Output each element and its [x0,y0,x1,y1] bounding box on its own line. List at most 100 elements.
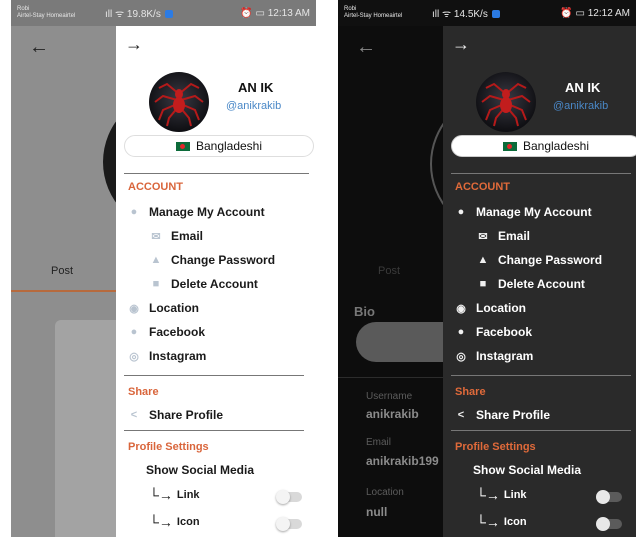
instagram-icon: ◎ [129,350,139,363]
section-account: ACCOUNT [455,181,510,193]
profile-handle: @anikrakib [226,100,282,112]
menu-label: Email [171,229,204,243]
menu-change-password[interactable]: ▲ Change Password [477,253,602,267]
menu-facebook[interactable]: ● Facebook [128,325,205,339]
menu-change-password[interactable]: ▲ Change Password [150,253,275,267]
menu-label: Instagram [149,349,207,363]
menu-email[interactable]: ✉ Email [477,229,530,243]
branch-arrow-icon: └→ [149,514,173,530]
menu-label: Change Password [498,253,603,267]
notification-icon [491,10,500,19]
menu-delete-account[interactable]: ■ Delete Account [150,277,258,291]
location-pin-icon: ◉ [456,302,466,315]
back-arrow-icon[interactable]: ← [356,36,376,59]
carrier-name: Robi [344,6,357,12]
menu-instagram[interactable]: ◎ Instagram [128,349,206,363]
menu-share-profile[interactable]: < Share Profile [455,408,550,422]
phone-screen-dark: Robi Airtel-Stay Homeairtel ıll ᯤ 14.5K/… [338,0,636,537]
share-icon: < [457,409,465,421]
link-option: └→ Link [149,488,200,502]
section-share: Share [128,386,159,398]
divider [124,173,309,174]
carrier-label: Robi Airtel-Stay Homeairtel [17,6,95,20]
person-icon: ● [457,206,465,218]
status-bar: Robi Airtel-Stay Homeairtel ıll ᯤ 14.5K/… [338,0,636,26]
divider [451,173,631,174]
menu-label: Facebook [149,325,206,339]
menu-label: Change Password [171,253,276,267]
section-profile-settings: Profile Settings [128,441,209,453]
status-time: ⏰ ▭ 12:13 AM [240,7,310,19]
menu-label: Manage My Account [149,205,265,219]
nationality-chip: Bangladeshi [451,135,636,157]
branch-arrow-icon: └→ [476,487,500,503]
navigation-drawer: → AN IK @anikrakib Bangladeshi ACCOUNT ●… [116,26,316,537]
mail-icon: ✉ [478,230,488,243]
menu-label: Share Profile [149,408,224,422]
menu-label: Location [149,301,199,315]
mail-icon: ✉ [151,230,161,243]
menu-email[interactable]: ✉ Email [150,229,203,243]
toggle-knob [596,490,610,504]
notification-icon [164,10,173,19]
section-account: ACCOUNT [128,181,183,193]
share-icon: < [130,409,138,421]
username-label: Username [366,391,413,402]
facebook-icon: ● [457,326,465,338]
toggle-knob [596,517,610,531]
menu-delete-account[interactable]: ■ Delete Account [477,277,585,291]
spider-icon [481,82,531,127]
toggle-knob [276,517,290,531]
carrier-wifi: Airtel-Stay Homeairtel [17,13,76,19]
link-toggle[interactable] [596,490,622,504]
bangladesh-flag-icon [175,141,190,151]
carrier-wifi: Airtel-Stay Homeairtel [344,13,403,19]
tab-post[interactable]: Post [51,265,73,277]
location-value: null [366,505,388,519]
menu-instagram[interactable]: ◎ Instagram [455,349,533,363]
nationality-label: Bangladeshi [522,139,590,153]
profile-handle: @anikrakib [553,100,609,112]
show-social-media-heading: Show Social Media [473,463,582,477]
menu-facebook[interactable]: ● Facebook [455,325,532,339]
icon-toggle[interactable] [276,517,302,531]
menu-manage-account[interactable]: ● Manage My Account [128,205,265,219]
spider-avatar [149,72,209,132]
menu-location[interactable]: ◉ Location [128,301,199,315]
email-label: Email [366,437,392,448]
status-time: ⏰ ▭ 12:12 AM [560,7,630,19]
menu-manage-account[interactable]: ● Manage My Account [455,205,592,219]
drawer-arrow-icon[interactable]: → [452,34,470,55]
profile-name: AN IK [565,80,601,95]
lock-icon: ▲ [150,254,162,266]
bio-field [356,322,446,362]
location-label: Location [366,487,404,498]
email-value: anikrakib199 [366,454,439,468]
speed-value: 19.8K/s [126,9,161,20]
menu-share-profile[interactable]: < Share Profile [128,408,223,422]
facebook-icon: ● [130,326,138,338]
phone-screen-light: Robi Airtel-Stay Homeairtel ıll ᯤ 19.8K/… [11,0,316,537]
link-label: Link [176,489,200,501]
link-toggle[interactable] [276,490,302,504]
back-arrow-icon[interactable]: ← [29,36,49,59]
icon-toggle[interactable] [596,517,622,531]
divider [124,430,304,431]
drawer-arrow-icon[interactable]: → [125,34,143,55]
clock-value: 12:12 AM [587,7,630,19]
menu-label: Delete Account [171,277,258,291]
menu-location[interactable]: ◉ Location [455,301,526,315]
menu-label: Instagram [476,349,534,363]
section-profile-settings: Profile Settings [455,441,536,453]
toggle-knob [276,490,290,504]
tab-post[interactable]: Post [378,265,400,277]
show-social-media-heading: Show Social Media [146,463,255,477]
divider [451,430,631,431]
network-speed: ıll ᯤ 19.8K/s [105,6,173,20]
menu-label: Email [498,229,531,243]
divider [451,375,631,376]
menu-label: Facebook [476,325,533,339]
spider-icon [154,82,204,127]
menu-label: Location [476,301,526,315]
nationality-chip: Bangladeshi [124,135,314,157]
